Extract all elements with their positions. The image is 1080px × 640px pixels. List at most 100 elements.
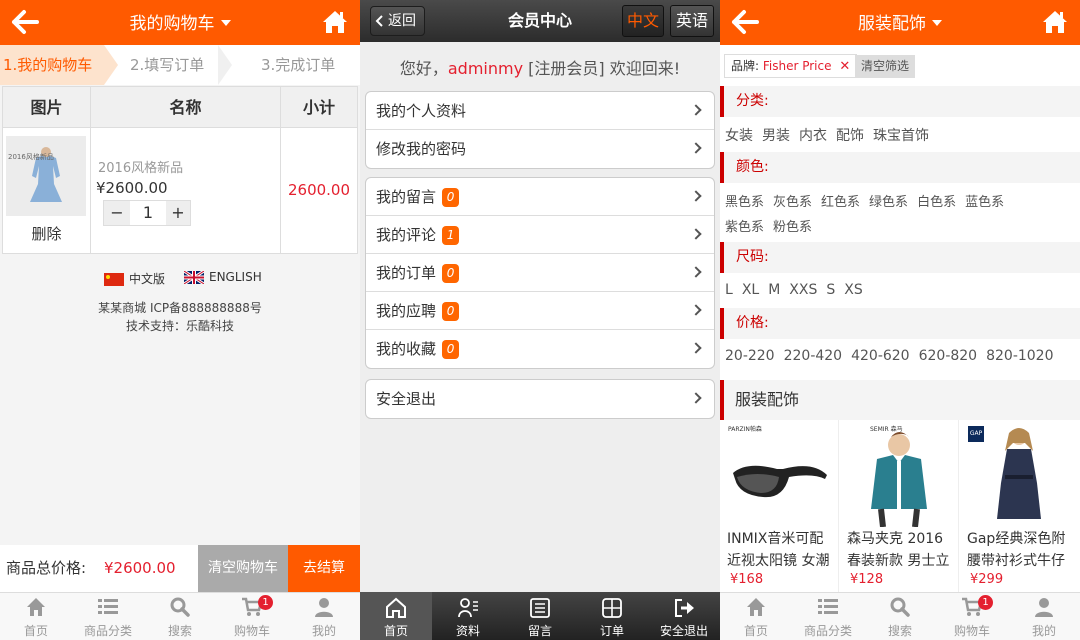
caret-down-icon: [220, 19, 231, 26]
price-option[interactable]: 620-820: [919, 348, 978, 364]
clear-filter-button[interactable]: 清空筛选: [855, 55, 915, 78]
size-option[interactable]: L: [725, 282, 733, 298]
bottom-tab-bar: 首页 商品分类 搜索 1 购物车 我的: [720, 592, 1080, 640]
category-option[interactable]: 配饰: [836, 128, 864, 144]
mtab-home[interactable]: 首页: [360, 592, 432, 640]
product-image-sunglasses: [727, 423, 831, 527]
size-option[interactable]: S: [826, 282, 835, 298]
mtab-logout-label: 安全退出: [659, 624, 708, 638]
product-card[interactable]: SEMIR 森马 森马夹克 2016春装新款 男士立 ¥128: [840, 420, 959, 592]
tab-mine-label: 我的: [1031, 624, 1056, 638]
category-option[interactable]: 珠宝首饰: [873, 128, 929, 144]
tab-cart[interactable]: 1 购物车: [216, 593, 288, 640]
member-header: 返回 会员中心 中文 英语: [360, 0, 720, 42]
support-text: 技术支持：乐酷科技: [125, 319, 234, 333]
color-option[interactable]: 绿色系: [869, 195, 908, 210]
home-icon[interactable]: [322, 9, 348, 35]
cart-screen: 我的购物车 1.我的购物车 2.填写订单 3.完成订单 图片 名称 小计 201…: [0, 0, 360, 640]
menu-password[interactable]: 修改我的密码: [366, 130, 714, 168]
size-option[interactable]: XXS: [789, 282, 817, 298]
tab-mine[interactable]: 我的: [288, 593, 360, 640]
caret-down-icon: [932, 19, 942, 26]
step-arrow: [104, 45, 118, 85]
tab-home[interactable]: 首页: [0, 593, 72, 640]
active-filter-tag[interactable]: 品牌: Fisher Price ✕: [724, 54, 858, 78]
price-option[interactable]: 20-220: [725, 348, 775, 364]
count-badge: 0: [442, 340, 460, 359]
filter-category-heading: 分类:: [720, 86, 1080, 117]
quantity-stepper: − 1 +: [103, 200, 191, 226]
lang-chinese[interactable]: 中文版: [104, 270, 165, 287]
menu-favorites[interactable]: 我的收藏 0: [366, 330, 714, 368]
lang-english[interactable]: ENGLISH: [184, 270, 262, 284]
menu-logout[interactable]: 安全退出: [366, 380, 714, 418]
tab-search-label: 搜索: [887, 624, 912, 638]
size-option[interactable]: M: [768, 282, 780, 298]
tab-category[interactable]: 商品分类: [792, 593, 864, 640]
color-option[interactable]: 紫色系: [725, 220, 764, 235]
tab-cart[interactable]: 1 购物车: [936, 593, 1008, 640]
cart-badge: 1: [978, 595, 993, 610]
color-option[interactable]: 粉色系: [773, 220, 812, 235]
tab-cart-label: 购物车: [953, 624, 990, 638]
mtab-messages[interactable]: 留言: [504, 592, 576, 640]
mtab-logout[interactable]: 安全退出: [648, 592, 720, 640]
col-header-name: 名称: [91, 87, 280, 128]
menu-comments[interactable]: 我的评论 1: [366, 216, 714, 254]
cart-title[interactable]: 我的购物车: [0, 0, 360, 48]
price-option[interactable]: 820-1020: [986, 348, 1053, 364]
menu-orders-label: 我的订单: [376, 264, 437, 282]
category-filter-screen: 服装配饰 品牌: Fisher Price ✕ 清空筛选 分类: 女装 男装 内衣配…: [720, 0, 1080, 640]
tab-search[interactable]: 搜索: [144, 593, 216, 640]
menu-orders[interactable]: 我的订单 0: [366, 254, 714, 292]
product-card[interactable]: GAP Gap经典深色附腰带衬衫式牛仔 ¥299: [960, 420, 1079, 592]
lang-chinese-label: 中文版: [129, 272, 166, 286]
product-name: INMIX音米可配近视太阳镜 女潮: [727, 531, 830, 569]
clear-cart-button[interactable]: 清空购物车: [198, 545, 288, 592]
price-option[interactable]: 420-620: [851, 348, 910, 364]
tab-search-label: 搜索: [167, 624, 192, 638]
menu-applications[interactable]: 我的应聘 0: [366, 292, 714, 330]
category-option[interactable]: 内衣: [799, 128, 827, 144]
lang-chinese-button[interactable]: 中文: [622, 5, 664, 37]
product-name[interactable]: 2016风格新品: [98, 157, 183, 176]
color-option[interactable]: 蓝色系: [965, 195, 1004, 210]
filter-title[interactable]: 服装配饰: [720, 0, 1080, 48]
quantity-input[interactable]: 1: [131, 201, 165, 225]
home-icon: [747, 598, 765, 616]
color-option[interactable]: 灰色系: [773, 195, 812, 210]
lang-english-button[interactable]: 英语: [670, 5, 714, 37]
delete-link[interactable]: 删除: [3, 223, 90, 244]
mtab-profile[interactable]: 资料: [432, 592, 504, 640]
remove-filter-icon[interactable]: ✕: [839, 59, 850, 74]
category-option[interactable]: 女装: [725, 128, 753, 144]
menu-favorites-label: 我的收藏: [376, 340, 437, 358]
home-icon: [386, 597, 406, 618]
home-icon[interactable]: [1042, 9, 1068, 35]
tab-home[interactable]: 首页: [720, 593, 792, 640]
tab-category[interactable]: 商品分类: [72, 593, 144, 640]
color-option[interactable]: 黑色系: [725, 195, 764, 210]
profile-icon: [458, 598, 478, 618]
menu-messages[interactable]: 我的留言 0: [366, 178, 714, 216]
price-option[interactable]: 220-420: [784, 348, 843, 364]
list-icon: [98, 599, 118, 614]
tab-mine[interactable]: 我的: [1008, 593, 1080, 640]
decrease-button[interactable]: −: [104, 201, 130, 225]
uk-flag-icon: [184, 271, 204, 284]
home-icon: [27, 598, 45, 616]
checkout-button[interactable]: 去结算: [288, 545, 360, 592]
size-option[interactable]: XS: [844, 282, 862, 298]
category-option[interactable]: 男装: [762, 128, 790, 144]
size-option[interactable]: XL: [742, 282, 759, 298]
menu-profile[interactable]: 我的个人资料: [366, 92, 714, 130]
color-options: 黑色系 灰色系 红色系 绿色系 白色系 蓝色系: [725, 191, 1075, 210]
product-thumbnail[interactable]: [6, 136, 86, 216]
increase-button[interactable]: +: [166, 201, 190, 225]
color-option[interactable]: 白色系: [917, 195, 956, 210]
tab-category-label: 商品分类: [83, 624, 132, 638]
product-card[interactable]: PARZIN帕森 INMIX音米可配近视太阳镜 女潮 ¥168: [720, 420, 839, 592]
mtab-orders[interactable]: 订单: [576, 592, 648, 640]
tab-search[interactable]: 搜索: [864, 593, 936, 640]
color-option[interactable]: 红色系: [821, 195, 860, 210]
